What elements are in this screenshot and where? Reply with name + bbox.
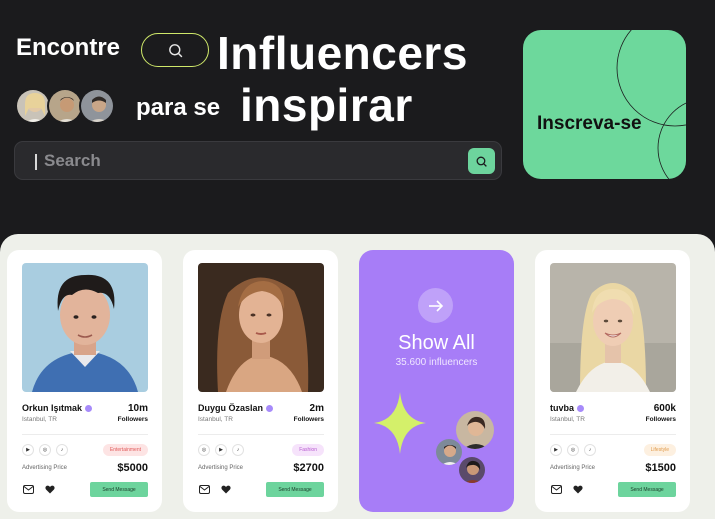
- youtube-icon[interactable]: ▶: [215, 444, 227, 456]
- avatar: [47, 88, 83, 124]
- influencer-count: 35.600 influencers: [395, 357, 478, 368]
- influencer-photo: [550, 263, 676, 392]
- avatar: [15, 88, 51, 124]
- category-tag: Fashion: [292, 444, 324, 456]
- influencer-name: Duygu Özaslan: [198, 403, 264, 413]
- mail-icon[interactable]: [198, 483, 211, 496]
- heart-icon[interactable]: [571, 483, 584, 496]
- price-value: $5000: [117, 462, 148, 474]
- price-label: Advertising Price: [198, 465, 244, 471]
- send-message-button[interactable]: Send Message: [618, 482, 676, 497]
- verified-icon: [577, 404, 585, 412]
- followers-count: 600k: [653, 403, 676, 414]
- mail-icon[interactable]: [550, 483, 563, 496]
- divider: [22, 434, 148, 435]
- price-label: Advertising Price: [22, 465, 68, 471]
- influencer-location: Istanbul, TR: [198, 416, 233, 423]
- verified-icon: [266, 404, 274, 412]
- avatar-group: [15, 88, 125, 126]
- influencer-location: Istanbul, TR: [550, 416, 585, 423]
- followers-label: Followers: [117, 416, 148, 423]
- followers-count: 2m: [309, 403, 324, 414]
- search-input[interactable]: [44, 148, 444, 174]
- headline-inspirar: inspirar: [240, 79, 413, 131]
- search-bar: [14, 141, 502, 180]
- decorative-circles: [616, 30, 686, 179]
- tiktok-icon[interactable]: ♪: [232, 444, 244, 456]
- avatar: [458, 456, 486, 484]
- followers-count: 10m: [127, 403, 148, 414]
- arrow-right-icon[interactable]: [418, 288, 453, 323]
- verified-icon: [85, 404, 93, 412]
- headline-search-pill[interactable]: [141, 33, 209, 67]
- text-caret: [35, 154, 37, 170]
- avatar: [79, 88, 115, 124]
- tiktok-icon[interactable]: ♪: [584, 444, 596, 456]
- tiktok-icon[interactable]: ♪: [56, 444, 68, 456]
- influencer-photo: [22, 263, 148, 392]
- headline-encontre: Encontre: [16, 34, 121, 61]
- send-message-button[interactable]: Send Message: [90, 482, 148, 497]
- headline-influencers: Influencers: [217, 27, 468, 79]
- subscribe-label: Inscreva-se: [537, 113, 642, 134]
- instagram-icon[interactable]: ◎: [567, 444, 579, 456]
- mail-icon[interactable]: [22, 483, 35, 496]
- divider: [550, 434, 676, 435]
- price-value: $2700: [293, 462, 324, 474]
- influencer-name: Orkun Işıtmak: [22, 403, 83, 413]
- youtube-icon[interactable]: ▶: [22, 444, 34, 456]
- influencer-card[interactable]: Duygu Özaslan Istanbul, TR 2m Followers …: [183, 250, 338, 512]
- send-message-button[interactable]: Send Message: [266, 482, 324, 497]
- category-tag: Lifestyle: [643, 444, 676, 456]
- influencer-card[interactable]: tuvba Istanbul, TR 600k Followers ▶ ◎ ♪ …: [535, 250, 690, 512]
- search-icon: [168, 43, 182, 57]
- instagram-icon[interactable]: ◎: [39, 444, 51, 456]
- price-value: $1500: [645, 462, 676, 474]
- followers-label: Followers: [645, 416, 676, 423]
- heart-icon[interactable]: [43, 483, 56, 496]
- heart-icon[interactable]: [219, 483, 232, 496]
- search-icon: [476, 156, 487, 167]
- influencer-photo: [198, 263, 324, 392]
- followers-label: Followers: [293, 416, 324, 423]
- divider: [198, 434, 324, 435]
- show-all-title: Show All: [398, 332, 475, 354]
- price-label: Advertising Price: [550, 465, 596, 471]
- youtube-icon[interactable]: ▶: [550, 444, 562, 456]
- influencer-name: tuvba: [550, 403, 575, 413]
- subscribe-button[interactable]: Inscreva-se: [523, 30, 686, 179]
- category-tag: Entertainment: [102, 444, 148, 456]
- sparkle-icon: [374, 392, 426, 454]
- instagram-icon[interactable]: ◎: [198, 444, 210, 456]
- search-button[interactable]: [468, 148, 495, 174]
- influencer-location: Istanbul, TR: [22, 416, 57, 423]
- headline-para-se: para se: [136, 94, 221, 121]
- show-all-card[interactable]: Show All 35.600 influencers: [359, 250, 514, 512]
- influencer-card[interactable]: Orkun Işıtmak Istanbul, TR 10m Followers…: [7, 250, 162, 512]
- avatar: [435, 438, 463, 466]
